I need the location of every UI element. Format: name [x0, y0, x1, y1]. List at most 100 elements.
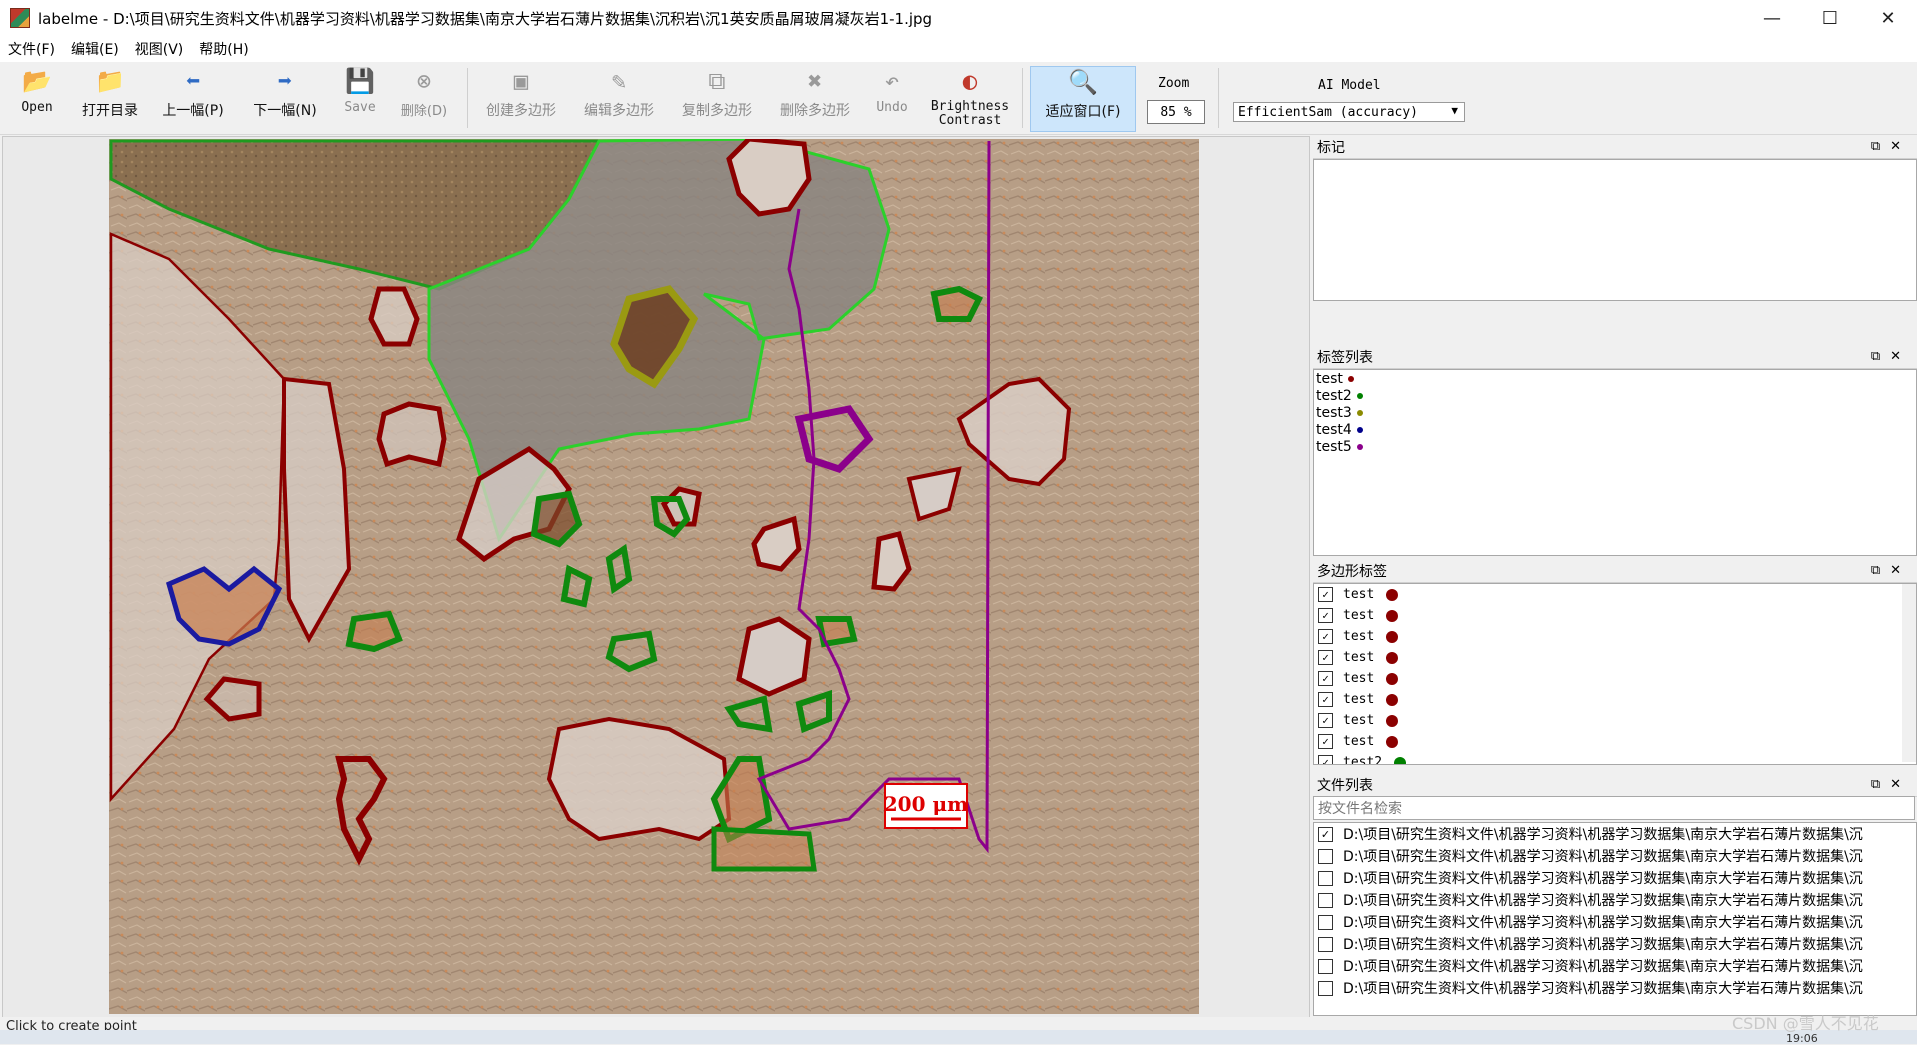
- checkbox[interactable]: ✓: [1318, 713, 1333, 728]
- file-item[interactable]: D:\项目\研究生资料文件\机器学习资料\机器学习数据集\南京大学岩石薄片数据集…: [1314, 911, 1916, 933]
- polygon-color-dot: [1386, 672, 1399, 685]
- label-color-dot: [1356, 409, 1363, 416]
- menu-help[interactable]: 帮助(H): [191, 39, 256, 59]
- title-bar: labelme - D:\项目\研究生资料文件\机器学习资料\机器学习数据集\南…: [0, 0, 1917, 36]
- next-image-button[interactable]: ➡ 下一幅(N): [250, 66, 320, 130]
- close-window-button[interactable]: ✕: [1859, 0, 1917, 36]
- annotated-image-canvas[interactable]: 200 μm: [109, 139, 1199, 1014]
- label-name: test4: [1316, 421, 1352, 438]
- ai-model-select[interactable]: EfficientSam (accuracy) ▼: [1233, 102, 1465, 122]
- file-item[interactable]: D:\项目\研究生资料文件\机器学习资料\机器学习数据集\南京大学岩石薄片数据集…: [1314, 845, 1916, 867]
- polygon-item[interactable]: ✓ test2: [1314, 752, 1916, 764]
- dock-float-close-icons[interactable]: ⧉✕: [1871, 563, 1911, 578]
- menu-edit[interactable]: 编辑(E): [63, 39, 127, 59]
- file-search-input[interactable]: 按文件名检索: [1313, 796, 1915, 820]
- label-list[interactable]: test test2 test3 test4 test5: [1313, 369, 1917, 556]
- polygons-dock: 多边形标签 ⧉✕ ✓ test ✓ test ✓ test ✓ test ✓ test ✓…: [1313, 560, 1917, 765]
- toolbar: 📂 Open 📁 打开目录 ⬅ 上一幅(P) ➡ 下一幅(N) 💾 Save ⊗…: [0, 62, 1917, 135]
- label-name: test2: [1316, 387, 1352, 404]
- polygon-color-dot: [1394, 756, 1407, 764]
- polygon-item[interactable]: ✓ test: [1314, 731, 1916, 752]
- label-item-test2[interactable]: test2: [1314, 387, 1916, 404]
- checkbox[interactable]: [1318, 958, 1333, 974]
- undo-button[interactable]: ↶ Undo: [870, 66, 914, 130]
- file-item[interactable]: D:\项目\研究生资料文件\机器学习资料\机器学习数据集\南京大学岩石薄片数据集…: [1314, 933, 1916, 955]
- checkbox[interactable]: ✓: [1318, 671, 1333, 686]
- menu-file[interactable]: 文件(F): [0, 39, 63, 59]
- polygon-label: test: [1343, 587, 1375, 602]
- label-name: test3: [1316, 404, 1352, 421]
- menu-view[interactable]: 视图(V): [127, 39, 192, 59]
- file-item[interactable]: D:\项目\研究生资料文件\机器学习资料\机器学习数据集\南京大学岩石薄片数据集…: [1314, 955, 1916, 977]
- checkbox[interactable]: ✓: [1318, 587, 1333, 602]
- checkbox[interactable]: [1318, 980, 1333, 996]
- chevron-down-icon: ▼: [1451, 104, 1458, 117]
- label-name: test: [1316, 370, 1343, 387]
- checkbox[interactable]: [1318, 914, 1333, 930]
- dock-float-close-icons[interactable]: ⧉✕: [1871, 139, 1911, 154]
- polygon-item[interactable]: ✓ test: [1314, 605, 1916, 626]
- polygon-item[interactable]: ✓ test: [1314, 584, 1916, 605]
- checkbox[interactable]: ✓: [1318, 755, 1333, 764]
- copy-polygon-button[interactable]: ⧉ 复制多边形: [678, 66, 756, 130]
- file-list[interactable]: ✓ D:\项目\研究生资料文件\机器学习资料\机器学习数据集\南京大学岩石薄片数据…: [1313, 822, 1917, 1016]
- polygon-list-scrollbar[interactable]: [1902, 584, 1916, 762]
- checkbox[interactable]: ✓: [1318, 692, 1333, 707]
- polygon-list[interactable]: ✓ test ✓ test ✓ test ✓ test ✓ test ✓ test ✓ tes…: [1313, 583, 1917, 765]
- minimize-button[interactable]: —: [1743, 0, 1801, 36]
- checkbox[interactable]: ✓: [1318, 608, 1333, 623]
- file-item[interactable]: D:\项目\研究生资料文件\机器学习资料\机器学习数据集\南京大学岩石薄片数据集…: [1314, 977, 1916, 999]
- checkbox[interactable]: [1318, 936, 1333, 952]
- label-item-test5[interactable]: test5: [1314, 438, 1916, 455]
- edit-polygon-button[interactable]: ✎ 编辑多边形: [580, 66, 658, 130]
- polygon-item[interactable]: ✓ test: [1314, 647, 1916, 668]
- checkbox[interactable]: ✓: [1318, 629, 1333, 644]
- checkbox[interactable]: ✓: [1318, 734, 1333, 749]
- label-item-test3[interactable]: test3: [1314, 404, 1916, 421]
- flags-list[interactable]: [1313, 159, 1917, 301]
- ai-model-value: EfficientSam (accuracy): [1238, 104, 1419, 120]
- open-dir-button[interactable]: 📁 打开目录: [76, 66, 144, 130]
- checkbox[interactable]: ✓: [1318, 650, 1333, 665]
- labels-title: 标签列表: [1317, 350, 1373, 366]
- polygon-label: test: [1343, 713, 1375, 728]
- polygon-color-dot: [1386, 588, 1399, 601]
- polygon-item[interactable]: ✓ test: [1314, 710, 1916, 731]
- polygon-item[interactable]: ✓ test: [1314, 668, 1916, 689]
- file-item[interactable]: ✓ D:\项目\研究生资料文件\机器学习资料\机器学习数据集\南京大学岩石薄片数据…: [1314, 823, 1916, 845]
- label-item-test[interactable]: test: [1314, 370, 1916, 387]
- scale-bar-label: 200 μm: [884, 792, 969, 816]
- maximize-button[interactable]: ☐: [1801, 0, 1859, 36]
- open-button[interactable]: 📂 Open: [14, 66, 60, 130]
- zoom-input[interactable]: 85 %: [1147, 100, 1205, 124]
- contrast-label: Contrast: [938, 113, 1002, 128]
- brightness-contrast-button[interactable]: ◐ Brightness Contrast: [928, 66, 1012, 130]
- dock-float-close-icons[interactable]: ⧉✕: [1871, 777, 1911, 792]
- file-path: D:\项目\研究生资料文件\机器学习资料\机器学习数据集\南京大学岩石薄片数据集…: [1343, 959, 1863, 975]
- polygon-item[interactable]: ✓ test: [1314, 626, 1916, 647]
- file-item[interactable]: D:\项目\研究生资料文件\机器学习资料\机器学习数据集\南京大学岩石薄片数据集…: [1314, 867, 1916, 889]
- checkbox[interactable]: ✓: [1318, 826, 1333, 842]
- save-button[interactable]: 💾 Save: [340, 66, 380, 130]
- label-color-dot: [1356, 443, 1363, 450]
- checkbox[interactable]: [1318, 870, 1333, 886]
- checkbox[interactable]: [1318, 892, 1333, 908]
- polygon-item[interactable]: ✓ test: [1314, 689, 1916, 710]
- fit-window-button[interactable]: 🔍 适应窗口(F): [1030, 66, 1136, 132]
- brightness-icon: ◐: [962, 67, 978, 95]
- dock-float-close-icons[interactable]: ⧉✕: [1871, 349, 1911, 364]
- undo-label: Undo: [876, 100, 908, 115]
- label-color-dot: [1356, 392, 1363, 399]
- polygon-color-dot: [1386, 651, 1399, 664]
- create-polygon-button[interactable]: ▣ 创建多边形: [482, 66, 560, 130]
- file-path: D:\项目\研究生资料文件\机器学习资料\机器学习数据集\南京大学岩石薄片数据集…: [1343, 871, 1863, 887]
- file-item[interactable]: D:\项目\研究生资料文件\机器学习资料\机器学习数据集\南京大学岩石薄片数据集…: [1314, 889, 1916, 911]
- delete-polygon-button[interactable]: ✖ 删除多边形: [776, 66, 854, 130]
- delete-file-button[interactable]: ⊗ 删除(D): [398, 66, 450, 130]
- polygon-color-dot: [1386, 630, 1399, 643]
- checkbox[interactable]: [1318, 848, 1333, 864]
- label-item-test4[interactable]: test4: [1314, 421, 1916, 438]
- prev-image-button[interactable]: ⬅ 上一幅(P): [158, 66, 228, 130]
- arrow-right-icon: ➡: [277, 67, 293, 95]
- save-label: Save: [344, 100, 376, 115]
